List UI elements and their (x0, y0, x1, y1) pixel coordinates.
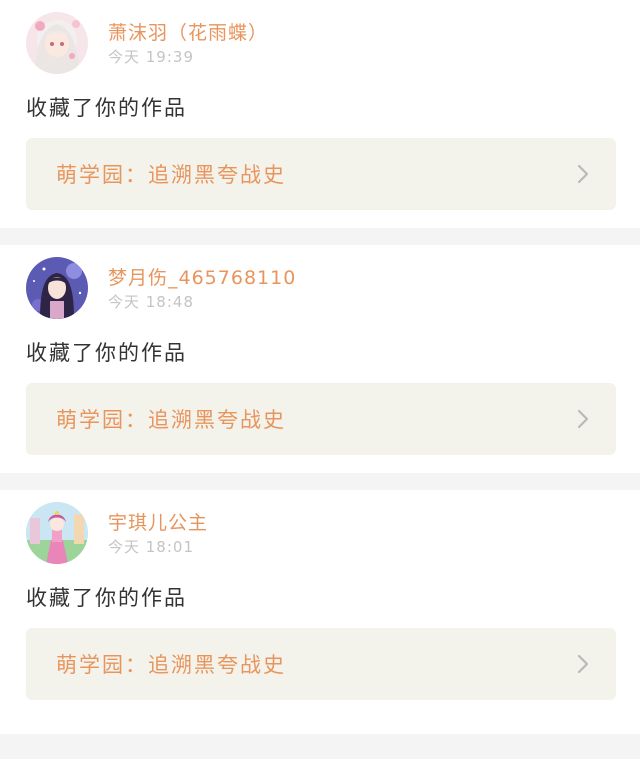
avatar-image (26, 12, 88, 74)
notification-item: 宇琪儿公主 今天 18:01 收藏了你的作品 萌学园：追溯黑夸战史 (0, 490, 640, 734)
username[interactable]: 梦月伤_465768110 (108, 263, 296, 290)
timestamp: 今天 19:39 (108, 48, 194, 66)
work-link[interactable]: 萌学园：追溯黑夸战史 (26, 138, 616, 210)
action-text: 收藏了你的作品 (26, 341, 187, 365)
action-text: 收藏了你的作品 (26, 96, 187, 120)
username[interactable]: 萧沫羽（花雨蝶） (108, 18, 268, 45)
username[interactable]: 宇琪儿公主 (108, 508, 208, 535)
chevron-right-icon (577, 654, 589, 674)
work-link[interactable]: 萌学园：追溯黑夸战史 (26, 383, 616, 455)
chevron-right-icon (577, 164, 589, 184)
work-title: 萌学园：追溯黑夸战史 (56, 163, 286, 187)
user-avatar[interactable] (26, 12, 88, 74)
work-title: 萌学园：追溯黑夸战史 (56, 653, 286, 677)
user-avatar[interactable] (26, 502, 88, 564)
notification-item: 萧沫羽（花雨蝶） 今天 19:39 收藏了你的作品 萌学园：追溯黑夸战史 (0, 0, 640, 228)
notification-item: 梦月伤_465768110 今天 18:48 收藏了你的作品 萌学园：追溯黑夸战… (0, 245, 640, 473)
action-text: 收藏了你的作品 (26, 586, 187, 610)
avatar-image (26, 257, 88, 319)
work-link[interactable]: 萌学园：追溯黑夸战史 (26, 628, 616, 700)
timestamp: 今天 18:48 (108, 293, 194, 311)
user-avatar[interactable] (26, 257, 88, 319)
avatar-image (26, 502, 88, 564)
chevron-right-icon (577, 409, 589, 429)
work-title: 萌学园：追溯黑夸战史 (56, 408, 286, 432)
notification-feed: 萧沫羽（花雨蝶） 今天 19:39 收藏了你的作品 萌学园：追溯黑夸战史 梦月伤… (0, 0, 640, 734)
timestamp: 今天 18:01 (108, 538, 194, 556)
